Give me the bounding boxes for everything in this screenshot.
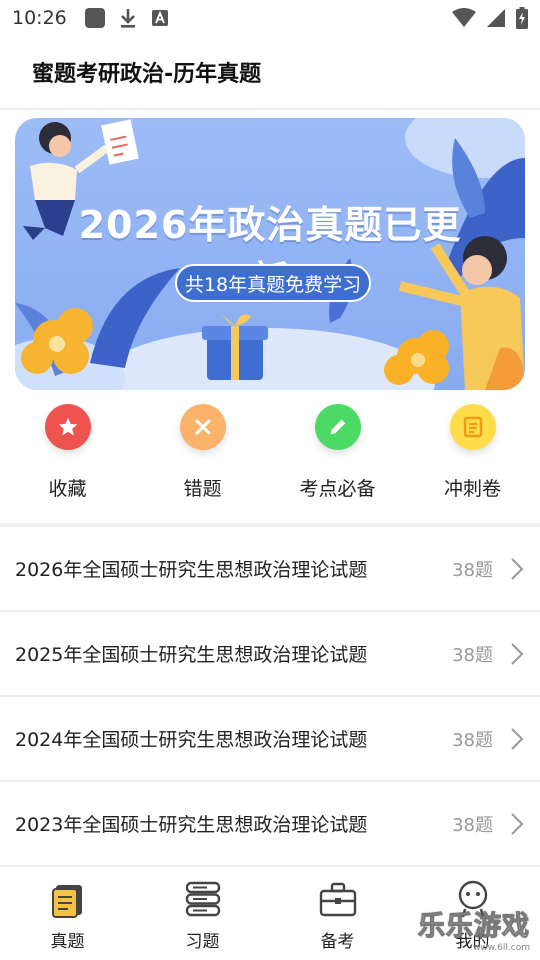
- watermark-text: 乐乐游戏: [418, 911, 530, 943]
- keyboard-a-icon: [151, 9, 169, 27]
- star-icon: [44, 404, 91, 450]
- page-title: 蜜题考研政治-历年真题: [32, 62, 262, 87]
- sprint-paper-action[interactable]: 冲刺卷: [405, 404, 540, 508]
- question-count: 38题: [452, 729, 493, 751]
- status-system-icons: [452, 7, 528, 29]
- question-count: 38题: [452, 644, 493, 666]
- watermark: 乐乐游戏 www.6ll.com: [418, 904, 536, 954]
- document-icon: [449, 404, 496, 450]
- tab-exercises[interactable]: 习题: [135, 867, 270, 960]
- list-item[interactable]: 2024年全国硕士研究生思想政治理论试题 38题: [0, 697, 540, 782]
- favorites-action[interactable]: 收藏: [0, 404, 135, 508]
- paper-title: 2026年全国硕士研究生思想政治理论试题: [15, 559, 368, 581]
- question-count: 38题: [452, 559, 493, 581]
- wrong-questions-label: 错题: [183, 478, 222, 500]
- key-points-label: 考点必备: [299, 478, 376, 500]
- tab-real-exams-label: 真题: [50, 932, 85, 952]
- quick-actions: 收藏 错题 考点必备 冲刺卷: [0, 404, 540, 508]
- chevron-right-icon: [511, 812, 524, 835]
- favorites-label: 收藏: [48, 478, 87, 500]
- question-count: 38题: [452, 814, 493, 836]
- chevron-right-icon: [511, 642, 524, 665]
- stack-icon: [185, 881, 220, 917]
- status-time: 10:26: [12, 7, 67, 29]
- book-icon: [51, 885, 82, 918]
- tab-prep[interactable]: 备考: [270, 867, 405, 960]
- signal-icon: [486, 8, 506, 28]
- pencil-icon: [314, 404, 361, 450]
- watermark-url: www.6ll.com: [473, 943, 530, 953]
- exam-paper-list: 2026年全国硕士研究生思想政治理论试题 38题 2025年全国硕士研究生思想政…: [0, 527, 540, 867]
- status-bar: 10:26: [0, 0, 540, 36]
- wifi-icon: [452, 8, 476, 28]
- key-points-action[interactable]: 考点必备: [270, 404, 405, 508]
- status-notification-icons: [84, 7, 169, 29]
- app-header: 蜜题考研政治-历年真题: [0, 36, 540, 110]
- chevron-right-icon: [511, 727, 524, 750]
- tab-real-exams[interactable]: 真题: [0, 867, 135, 960]
- tab-exercises-label: 习题: [185, 932, 220, 952]
- paper-title: 2023年全国硕士研究生思想政治理论试题: [15, 814, 368, 836]
- battery-charging-icon: [516, 7, 528, 29]
- download-icon: [119, 7, 137, 29]
- list-item[interactable]: 2025年全国硕士研究生思想政治理论试题 38题: [0, 612, 540, 697]
- sprint-paper-label: 冲刺卷: [443, 478, 501, 500]
- promo-banner[interactable]: 2026年政治真题已更新 共18年真题免费学习: [15, 118, 525, 390]
- banner-free-study-pill: 共18年真题免费学习: [175, 264, 371, 302]
- briefcase-icon: [319, 882, 356, 917]
- paper-title: 2025年全国硕士研究生思想政治理论试题: [15, 644, 368, 666]
- app-notification-icon: [84, 8, 105, 28]
- chevron-right-icon: [511, 557, 524, 580]
- list-item[interactable]: 2026年全国硕士研究生思想政治理论试题 38题: [0, 527, 540, 612]
- list-item[interactable]: 2023年全国硕士研究生思想政治理论试题 38题: [0, 782, 540, 867]
- tab-prep-label: 备考: [320, 932, 355, 952]
- close-icon: [179, 404, 226, 450]
- wrong-questions-action[interactable]: 错题: [135, 404, 270, 508]
- paper-title: 2024年全国硕士研究生思想政治理论试题: [15, 729, 368, 751]
